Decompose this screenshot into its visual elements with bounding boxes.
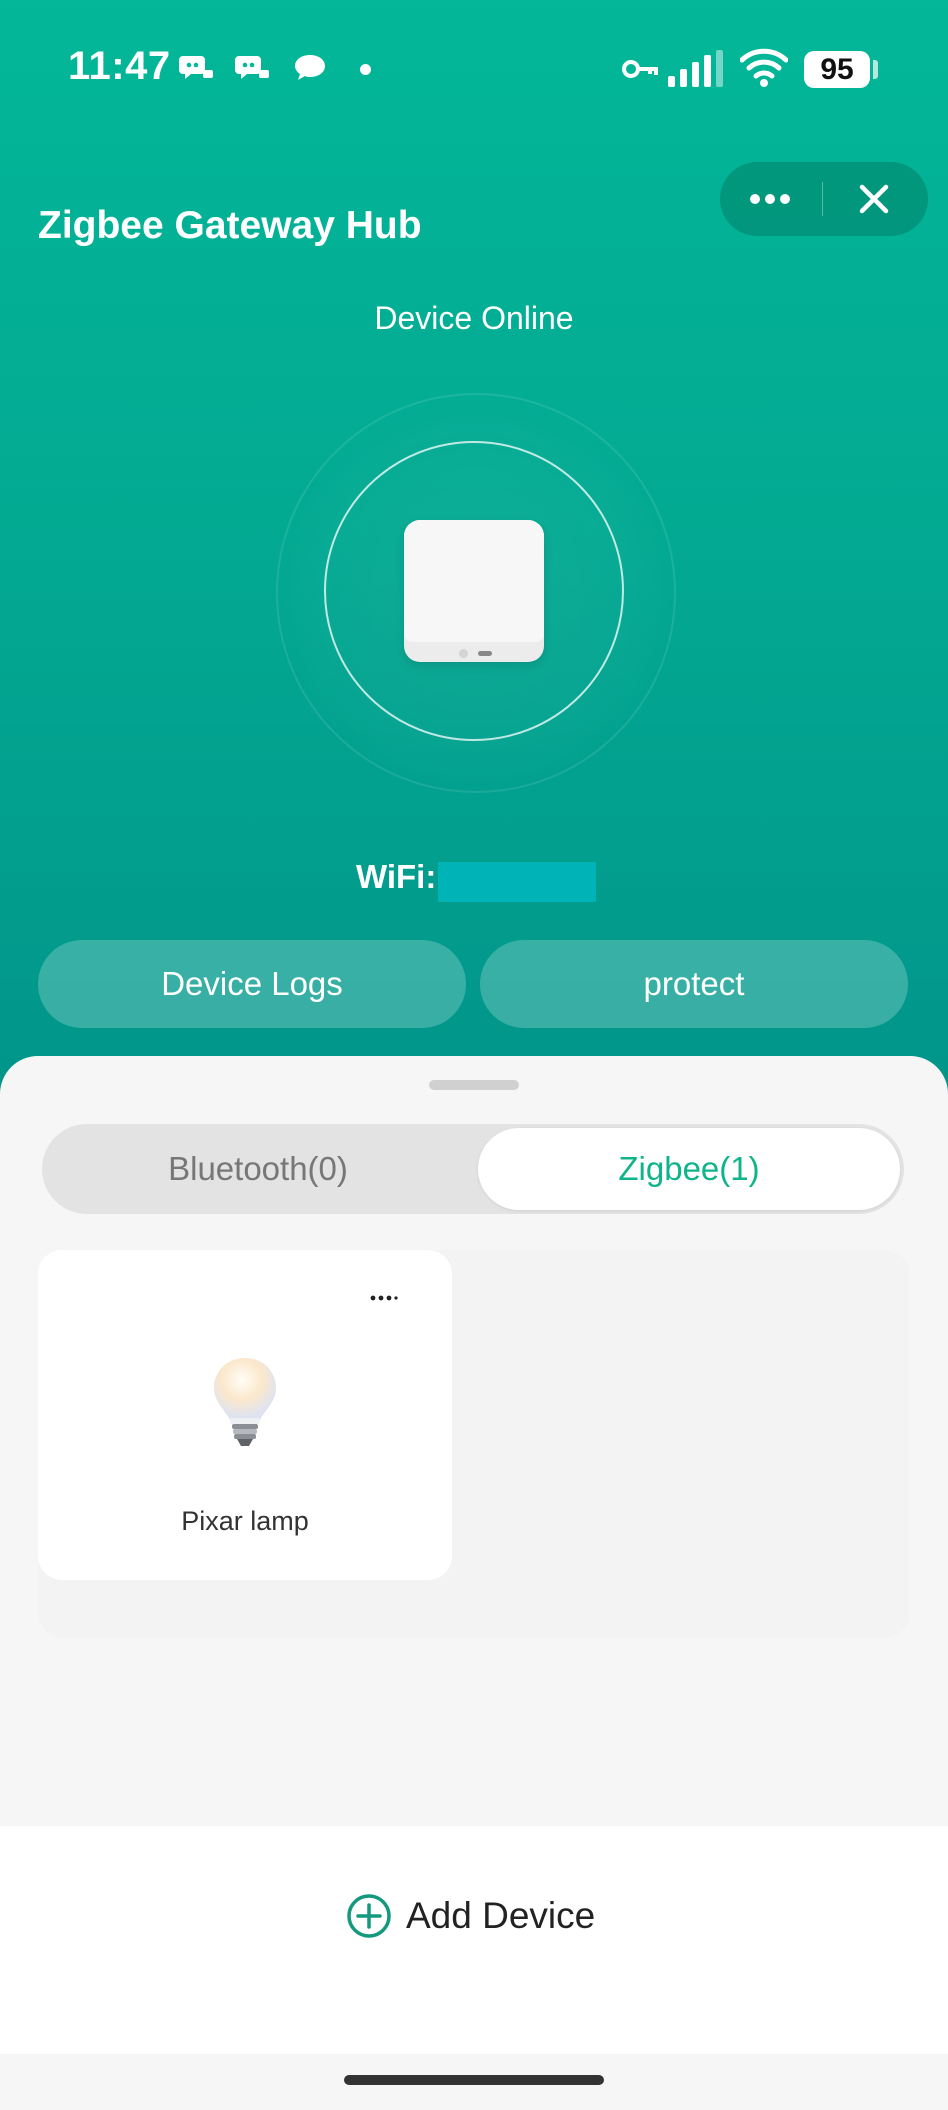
protocol-tabs: Bluetooth(0) Zigbee(1): [42, 1124, 904, 1214]
more-notifications-dot: [360, 64, 371, 75]
more-options-button[interactable]: [720, 162, 820, 236]
capsule-divider: [822, 182, 823, 216]
close-icon: [859, 184, 889, 214]
more-dots-icon: [370, 1295, 398, 1301]
status-time: 11:47: [68, 44, 171, 88]
home-indicator[interactable]: [344, 2075, 604, 2085]
sheet-drag-handle[interactable]: [429, 1080, 519, 1090]
more-dots-icon: [750, 194, 790, 204]
cell-signal-icon: [668, 50, 723, 87]
device-more-button[interactable]: [364, 1288, 404, 1308]
close-button[interactable]: [824, 162, 924, 236]
device-name: Pixar lamp: [181, 1506, 309, 1536]
page-title: Zigbee Gateway Hub: [38, 204, 422, 247]
device-logs-button[interactable]: Device Logs: [38, 940, 466, 1028]
status-bar: 11:47 95: [0, 0, 948, 140]
add-circle-icon: [347, 1894, 391, 1938]
wifi-label: WiFi:: [356, 858, 437, 895]
add-device-bar: Add Device: [0, 1826, 948, 2054]
device-card[interactable]: Pixar lamp: [38, 1250, 452, 1580]
mini-program-capsule: [720, 162, 928, 236]
discord-notification-icon: [235, 56, 269, 79]
tab-bluetooth[interactable]: Bluetooth(0): [46, 1128, 470, 1210]
tab-zigbee[interactable]: Zigbee(1): [478, 1128, 900, 1210]
add-device-label: Add Device: [406, 1895, 596, 1936]
chat-bubble-icon: [295, 55, 325, 80]
add-device-button[interactable]: Add Device: [346, 1890, 595, 1942]
vpn-key-icon: [622, 60, 658, 78]
gateway-hub-image: [404, 520, 544, 662]
discord-notification-icon: [179, 56, 213, 79]
protect-button[interactable]: protect: [480, 940, 908, 1028]
device-status-text: Device Online: [374, 300, 574, 336]
wifi-name-redacted: [438, 862, 596, 902]
battery-level: 95: [804, 51, 870, 88]
hub-button: [478, 651, 492, 656]
battery-icon: [873, 60, 878, 79]
wifi-icon: [740, 48, 788, 87]
hub-face: [404, 520, 544, 642]
hub-led: [459, 649, 468, 658]
light-bulb-icon: [214, 1358, 276, 1446]
